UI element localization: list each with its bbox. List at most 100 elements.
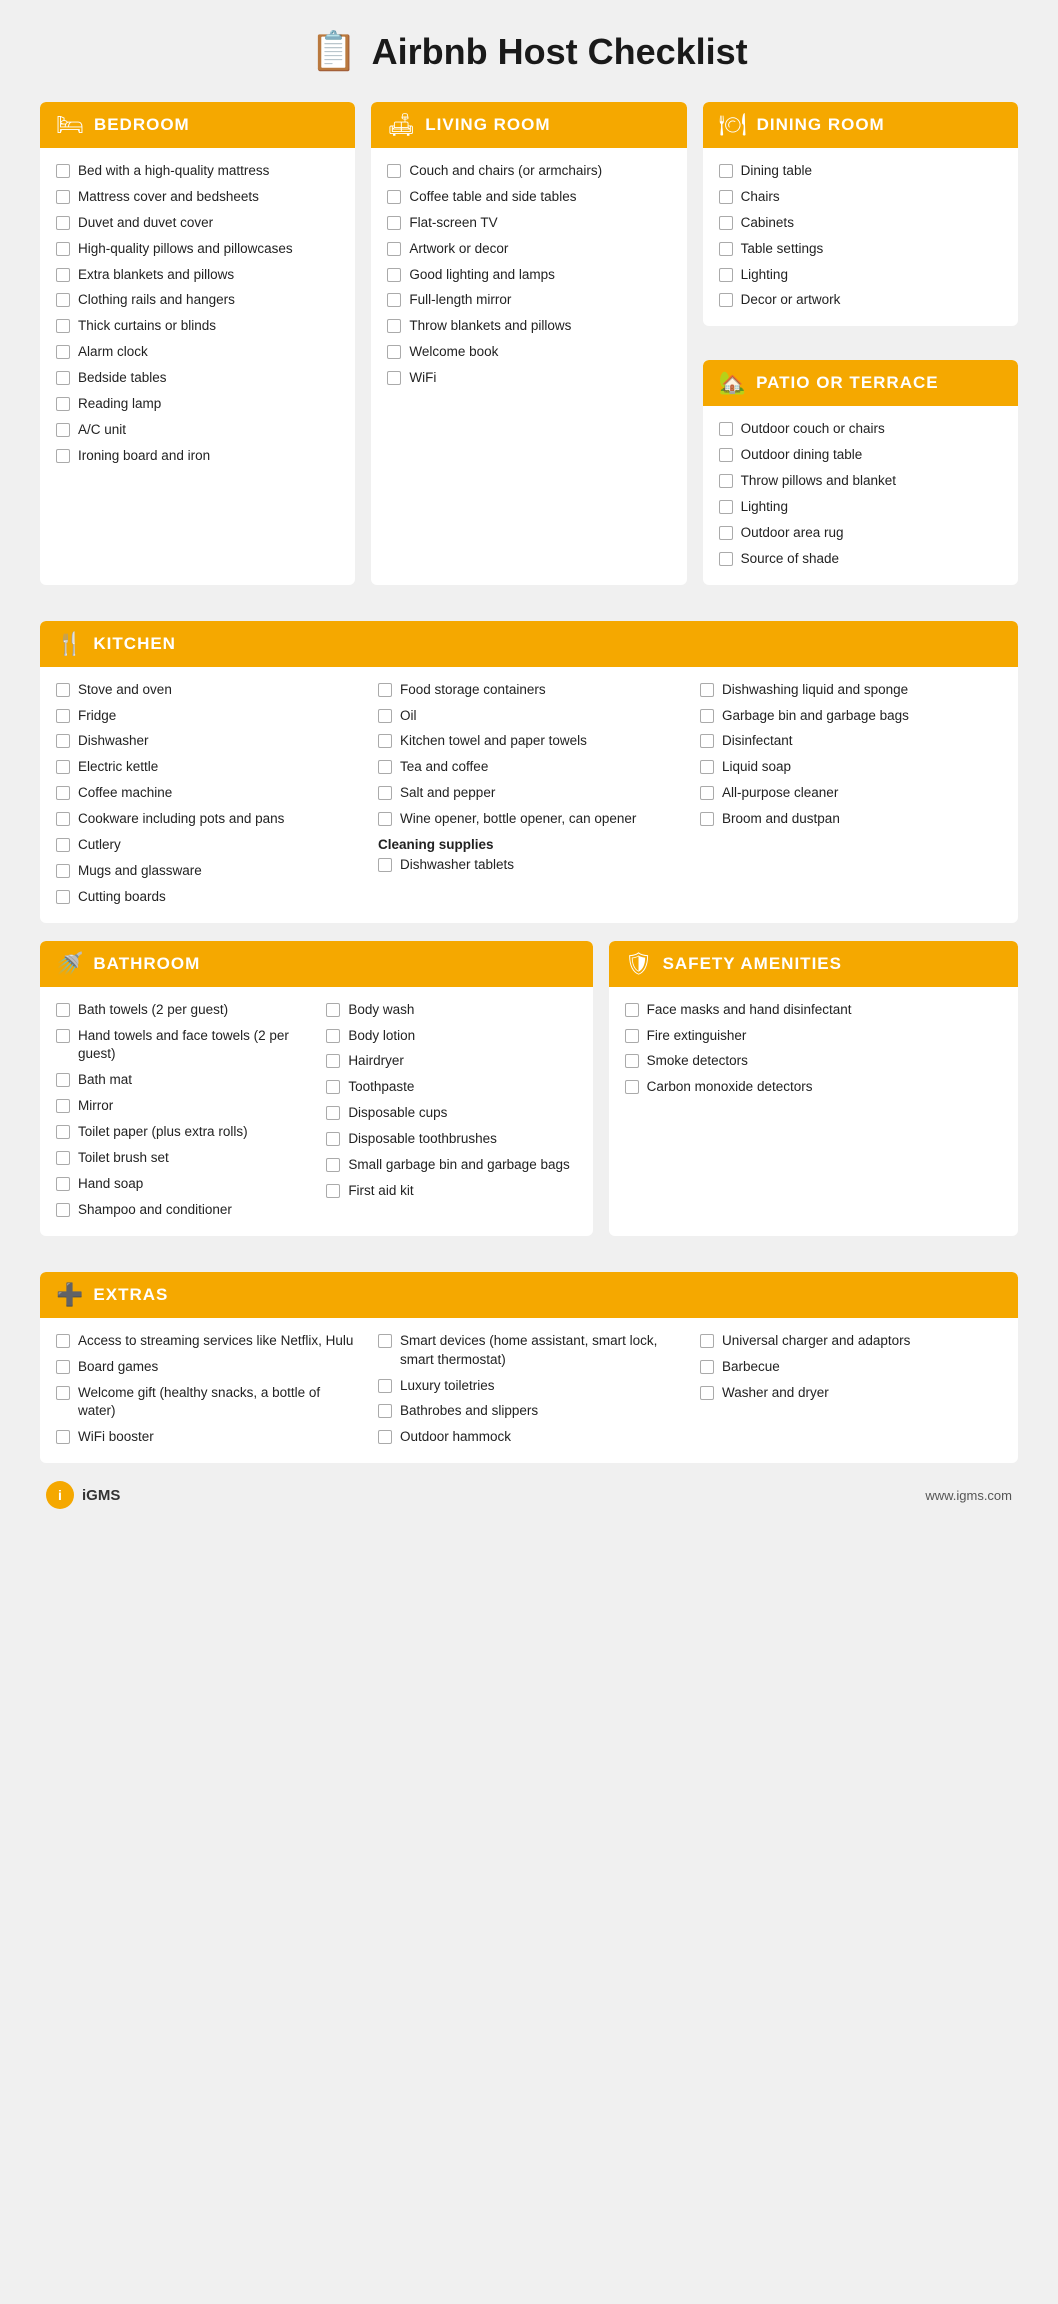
- checkbox[interactable]: [387, 319, 401, 333]
- list-item[interactable]: Body wash: [326, 1001, 576, 1020]
- list-item[interactable]: Bedside tables: [56, 369, 339, 388]
- list-item[interactable]: Washer and dryer: [700, 1384, 1002, 1403]
- list-item[interactable]: Luxury toiletries: [378, 1377, 680, 1396]
- checkbox[interactable]: [387, 268, 401, 282]
- checkbox[interactable]: [719, 500, 733, 514]
- checkbox[interactable]: [56, 1151, 70, 1165]
- checkbox[interactable]: [56, 423, 70, 437]
- checkbox[interactable]: [387, 371, 401, 385]
- checkbox[interactable]: [719, 552, 733, 566]
- list-item[interactable]: Access to streaming services like Netfli…: [56, 1332, 358, 1351]
- list-item[interactable]: Welcome book: [387, 343, 670, 362]
- list-item[interactable]: Universal charger and adaptors: [700, 1332, 1002, 1351]
- list-item[interactable]: Outdoor dining table: [719, 446, 1002, 465]
- list-item[interactable]: Couch and chairs (or armchairs): [387, 162, 670, 181]
- checkbox[interactable]: [387, 216, 401, 230]
- list-item[interactable]: Coffee machine: [56, 784, 358, 803]
- list-item[interactable]: Carbon monoxide detectors: [625, 1078, 1002, 1097]
- checkbox[interactable]: [387, 242, 401, 256]
- list-item[interactable]: High-quality pillows and pillowcases: [56, 240, 339, 259]
- checkbox[interactable]: [56, 786, 70, 800]
- checkbox[interactable]: [56, 319, 70, 333]
- list-item[interactable]: Food storage containers: [378, 681, 680, 700]
- checkbox[interactable]: [56, 760, 70, 774]
- checkbox[interactable]: [56, 683, 70, 697]
- list-item[interactable]: Cutlery: [56, 836, 358, 855]
- list-item[interactable]: All-purpose cleaner: [700, 784, 1002, 803]
- checkbox[interactable]: [56, 1003, 70, 1017]
- list-item[interactable]: Clothing rails and hangers: [56, 291, 339, 310]
- list-item[interactable]: Barbecue: [700, 1358, 1002, 1377]
- list-item[interactable]: Electric kettle: [56, 758, 358, 777]
- checkbox[interactable]: [56, 190, 70, 204]
- checkbox[interactable]: [700, 734, 714, 748]
- list-item[interactable]: Chairs: [719, 188, 1002, 207]
- checkbox[interactable]: [625, 1080, 639, 1094]
- list-item[interactable]: Outdoor hammock: [378, 1428, 680, 1447]
- checkbox[interactable]: [56, 838, 70, 852]
- list-item[interactable]: Fridge: [56, 707, 358, 726]
- list-item[interactable]: Extra blankets and pillows: [56, 266, 339, 285]
- checkbox[interactable]: [700, 709, 714, 723]
- checkbox[interactable]: [56, 1073, 70, 1087]
- checkbox[interactable]: [719, 164, 733, 178]
- list-item[interactable]: Tea and coffee: [378, 758, 680, 777]
- checkbox[interactable]: [56, 1203, 70, 1217]
- checkbox[interactable]: [56, 449, 70, 463]
- list-item[interactable]: Mattress cover and bedsheets: [56, 188, 339, 207]
- list-item[interactable]: Broom and dustpan: [700, 810, 1002, 829]
- list-item[interactable]: Salt and pepper: [378, 784, 680, 803]
- checkbox[interactable]: [719, 268, 733, 282]
- list-item[interactable]: Full-length mirror: [387, 291, 670, 310]
- list-item[interactable]: Toilet paper (plus extra rolls): [56, 1123, 306, 1142]
- checkbox[interactable]: [719, 526, 733, 540]
- list-item[interactable]: Disinfectant: [700, 732, 1002, 751]
- list-item[interactable]: Bath mat: [56, 1071, 306, 1090]
- list-item[interactable]: Fire extinguisher: [625, 1027, 1002, 1046]
- checkbox[interactable]: [378, 1404, 392, 1418]
- list-item[interactable]: WiFi booster: [56, 1428, 358, 1447]
- list-item[interactable]: Face masks and hand disinfectant: [625, 1001, 1002, 1020]
- list-item[interactable]: Alarm clock: [56, 343, 339, 362]
- checkbox[interactable]: [625, 1029, 639, 1043]
- checkbox[interactable]: [378, 709, 392, 723]
- list-item[interactable]: Lighting: [719, 266, 1002, 285]
- list-item[interactable]: Ironing board and iron: [56, 447, 339, 466]
- list-item[interactable]: Decor or artwork: [719, 291, 1002, 310]
- list-item[interactable]: Reading lamp: [56, 395, 339, 414]
- checkbox[interactable]: [56, 268, 70, 282]
- list-item[interactable]: Thick curtains or blinds: [56, 317, 339, 336]
- checkbox[interactable]: [326, 1080, 340, 1094]
- list-item[interactable]: Smart devices (home assistant, smart loc…: [378, 1332, 680, 1370]
- list-item[interactable]: Hairdryer: [326, 1052, 576, 1071]
- list-item[interactable]: Table settings: [719, 240, 1002, 259]
- list-item[interactable]: Toothpaste: [326, 1078, 576, 1097]
- checkbox[interactable]: [326, 1106, 340, 1120]
- list-item[interactable]: Hand soap: [56, 1175, 306, 1194]
- list-item[interactable]: Hand towels and face towels (2 per guest…: [56, 1027, 306, 1065]
- list-item[interactable]: A/C unit: [56, 421, 339, 440]
- checkbox[interactable]: [700, 786, 714, 800]
- checkbox[interactable]: [326, 1003, 340, 1017]
- checkbox[interactable]: [56, 345, 70, 359]
- list-item[interactable]: Toilet brush set: [56, 1149, 306, 1168]
- list-item[interactable]: Shampoo and conditioner: [56, 1201, 306, 1220]
- list-item[interactable]: Source of shade: [719, 550, 1002, 569]
- checkbox[interactable]: [56, 890, 70, 904]
- checkbox[interactable]: [56, 242, 70, 256]
- checkbox[interactable]: [56, 864, 70, 878]
- checkbox[interactable]: [378, 1334, 392, 1348]
- checkbox[interactable]: [56, 1125, 70, 1139]
- checkbox[interactable]: [719, 474, 733, 488]
- list-item[interactable]: Dishwashing liquid and sponge: [700, 681, 1002, 700]
- list-item[interactable]: Oil: [378, 707, 680, 726]
- checkbox[interactable]: [56, 734, 70, 748]
- list-item[interactable]: Smoke detectors: [625, 1052, 1002, 1071]
- list-item[interactable]: Kitchen towel and paper towels: [378, 732, 680, 751]
- checkbox[interactable]: [387, 345, 401, 359]
- list-item[interactable]: Outdoor couch or chairs: [719, 420, 1002, 439]
- checkbox[interactable]: [378, 760, 392, 774]
- list-item[interactable]: Small garbage bin and garbage bags: [326, 1156, 576, 1175]
- list-item[interactable]: Flat-screen TV: [387, 214, 670, 233]
- list-item[interactable]: Throw pillows and blanket: [719, 472, 1002, 491]
